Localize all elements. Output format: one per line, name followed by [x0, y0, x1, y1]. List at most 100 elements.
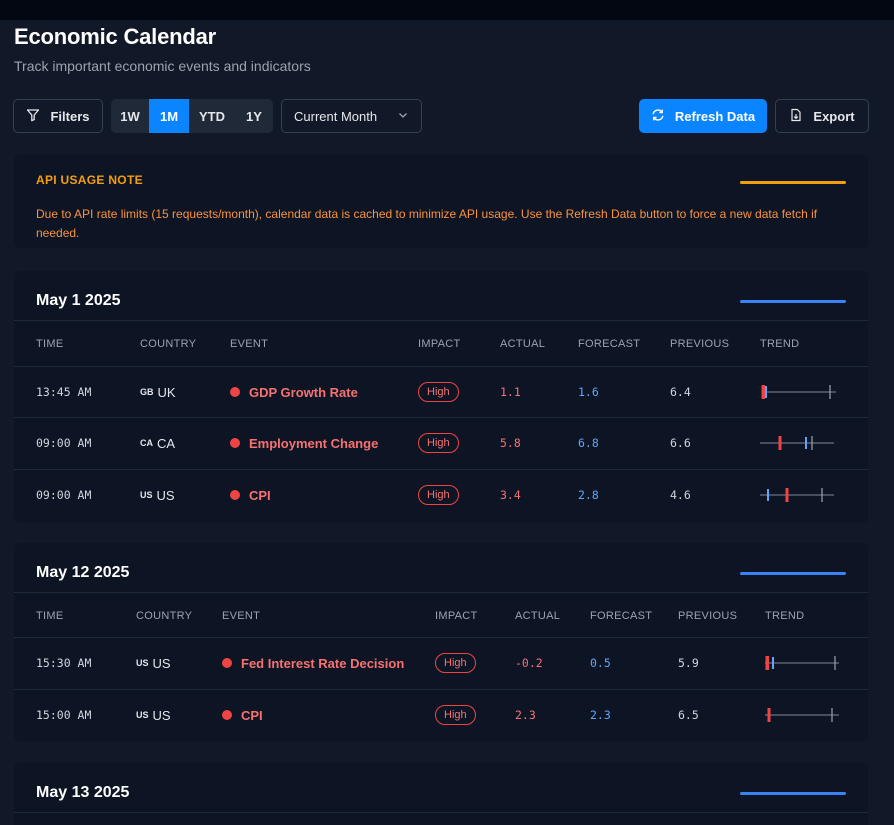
col-head-previous: PREVIOUS [670, 338, 730, 350]
impact-cell: High [418, 418, 459, 468]
event-country: CA CA [140, 418, 175, 468]
flag-code: US [136, 710, 149, 720]
col-head-event: EVENT [222, 610, 261, 622]
previous-value: 6.6 [670, 436, 691, 450]
flag-code: US [136, 658, 149, 668]
divider [14, 592, 868, 593]
table-row[interactable]: 13:45 AM GB UK GDP Growth Rate High 1.1 1… [14, 366, 868, 418]
impact-cell: High [418, 367, 459, 417]
refresh-label: Refresh Data [674, 108, 756, 124]
trend-sparkline [765, 690, 845, 740]
range-option-1m[interactable]: 1M [149, 99, 189, 133]
period-select[interactable]: Current Month [281, 99, 422, 133]
note-text: Due to API rate limits (15 requests/mont… [36, 207, 818, 240]
divider [14, 320, 868, 321]
impact-cell: High [435, 638, 476, 688]
col-head-trend: TREND [760, 338, 800, 350]
refresh-icon [651, 108, 665, 125]
api-usage-note: API USAGE NOTE Due to API rate limits (1… [14, 155, 868, 248]
day-accent-bar [740, 792, 846, 795]
range-option-1w[interactable]: 1W [111, 99, 149, 133]
impact-dot-icon [230, 490, 240, 500]
event-label: GDP Growth Rate [249, 384, 358, 400]
previous-value: 4.6 [670, 488, 691, 502]
col-head-time: TIME [36, 610, 64, 622]
range-toggle: 1W 1M YTD 1Y [111, 99, 273, 133]
table-row[interactable]: 15:30 AM US US Fed Interest Rate Decision… [14, 637, 868, 689]
filters-label: Filters [50, 108, 90, 124]
impact-dot-icon [230, 438, 240, 448]
table-row[interactable]: 15:00 AM US US CPI High 2.3 2.3 6.5 [14, 689, 868, 741]
trend-sparkline [765, 638, 845, 688]
event-name: CPI [230, 470, 271, 520]
event-time: 09:00 AM [36, 436, 92, 450]
previous-value: 5.9 [678, 656, 699, 670]
window-top-strip [0, 0, 894, 20]
filters-button[interactable]: Filters [13, 99, 103, 133]
forecast-value: 2.3 [590, 708, 611, 722]
country-label: UK [157, 384, 176, 400]
period-select-value: Current Month [294, 108, 378, 124]
actual-value: 3.4 [500, 488, 521, 502]
range-option-ytd[interactable]: YTD [189, 99, 235, 133]
day-section: May 13 2025 [14, 763, 868, 825]
col-head-time: TIME [36, 338, 64, 350]
country-label: US [152, 655, 171, 671]
previous-value: 6.4 [670, 385, 691, 399]
page-title: Economic Calendar [14, 24, 216, 49]
export-label: Export [813, 108, 855, 124]
export-button[interactable]: Export [775, 99, 869, 133]
divider [14, 812, 868, 813]
event-name: CPI [222, 690, 263, 740]
country-label: CA [157, 435, 176, 451]
forecast-value: 6.8 [578, 436, 599, 450]
file-download-icon [789, 108, 803, 125]
chevron-down-icon [397, 109, 409, 124]
col-head-forecast: FORECAST [578, 338, 641, 350]
event-country: US US [136, 690, 171, 740]
table-row[interactable]: 09:00 AM US US CPI High 3.4 2.8 4.6 [14, 469, 868, 521]
day-accent-bar [740, 300, 846, 303]
event-label: Fed Interest Rate Decision [241, 655, 405, 671]
event-label: CPI [241, 707, 263, 723]
flag-code: GB [140, 387, 154, 397]
day-section: May 1 2025 TIME COUNTRY EVENT IMPACT ACT… [14, 271, 868, 523]
event-time: 09:00 AM [36, 488, 92, 502]
impact-badge: High [418, 433, 459, 453]
event-country: US US [140, 470, 175, 520]
event-name: GDP Growth Rate [230, 367, 358, 417]
col-head-actual: ACTUAL [515, 610, 561, 622]
actual-value: 2.3 [515, 708, 536, 722]
day-date: May 13 2025 [36, 784, 130, 801]
trend-sparkline [760, 418, 840, 468]
event-time: 15:30 AM [36, 656, 92, 670]
impact-cell: High [418, 470, 459, 520]
col-head-forecast: FORECAST [590, 610, 653, 622]
event-label: CPI [249, 487, 271, 503]
day-section: May 12 2025 TIME COUNTRY EVENT IMPACT AC… [14, 543, 868, 741]
impact-badge: High [418, 382, 459, 402]
impact-cell: High [435, 690, 476, 740]
trend-sparkline [760, 367, 840, 417]
previous-value: 6.5 [678, 708, 699, 722]
impact-dot-icon [222, 710, 232, 720]
col-head-previous: PREVIOUS [678, 610, 738, 622]
country-label: US [156, 487, 175, 503]
refresh-data-button[interactable]: Refresh Data [639, 99, 767, 133]
impact-badge: High [435, 705, 476, 725]
impact-dot-icon [222, 658, 232, 668]
col-head-actual: ACTUAL [500, 338, 546, 350]
flag-code: US [140, 490, 153, 500]
event-name: Employment Change [230, 418, 378, 468]
event-time: 13:45 AM [36, 385, 92, 399]
filter-icon [26, 108, 40, 125]
col-head-country: COUNTRY [136, 610, 193, 622]
col-head-country: COUNTRY [140, 338, 197, 350]
table-row[interactable]: 09:00 AM CA CA Employment Change High 5.8… [14, 417, 868, 469]
range-option-1y[interactable]: 1Y [235, 99, 273, 133]
day-date: May 1 2025 [36, 292, 121, 309]
actual-value: -0.2 [515, 656, 543, 670]
note-accent-bar [740, 181, 846, 184]
col-head-event: EVENT [230, 338, 269, 350]
col-head-trend: TREND [765, 610, 805, 622]
